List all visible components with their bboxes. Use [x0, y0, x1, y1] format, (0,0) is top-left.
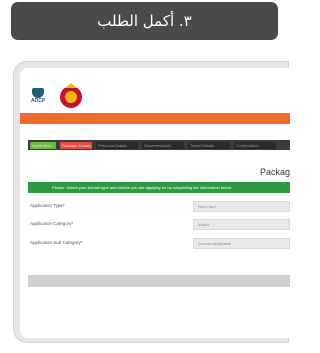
- shield-icon: [32, 88, 44, 98]
- info-notice: Please: Select your license type and veh…: [28, 182, 290, 193]
- field-label: Application Sub Category*: [30, 240, 83, 245]
- tab-documentation[interactable]: Documentation: [142, 141, 184, 149]
- application-screenshot: ADCP Application Package Details Persona…: [20, 68, 290, 338]
- form-row-application-category: Application Category* Visitor: [30, 219, 290, 231]
- application-category-select[interactable]: Visitor: [193, 219, 290, 230]
- emblem-icon: [60, 83, 82, 108]
- step-banner: ٣. أكمل الطلب: [11, 2, 278, 40]
- emblem-logo: [56, 82, 86, 110]
- field-label: Application Type*: [30, 203, 65, 208]
- tab-personal-details[interactable]: Personal Details: [96, 141, 138, 149]
- tab-confirmation[interactable]: Confirmation: [234, 141, 276, 149]
- page-title: Packag: [260, 167, 290, 177]
- agency-logo-text: ADCP: [31, 98, 46, 104]
- wizard-tabs: Application Package Details Personal Det…: [28, 140, 290, 150]
- field-label: Application Category*: [30, 221, 74, 226]
- tab-travel-details[interactable]: Travel Details: [188, 141, 230, 149]
- form-footer-bar: [28, 275, 290, 287]
- tab-application[interactable]: Application: [30, 141, 56, 149]
- tab-package-details[interactable]: Package Details: [60, 141, 92, 149]
- form-row-application-subcategory: Application Sub Category* Choose Applica…: [30, 238, 290, 250]
- agency-logo: ADCP: [31, 88, 45, 104]
- form-row-application-type: Application Type* New Card: [30, 201, 290, 213]
- header-accent-bar: [20, 113, 290, 124]
- application-subcategory-select[interactable]: Choose Applicable: [193, 238, 290, 249]
- application-type-select[interactable]: New Card: [193, 201, 290, 212]
